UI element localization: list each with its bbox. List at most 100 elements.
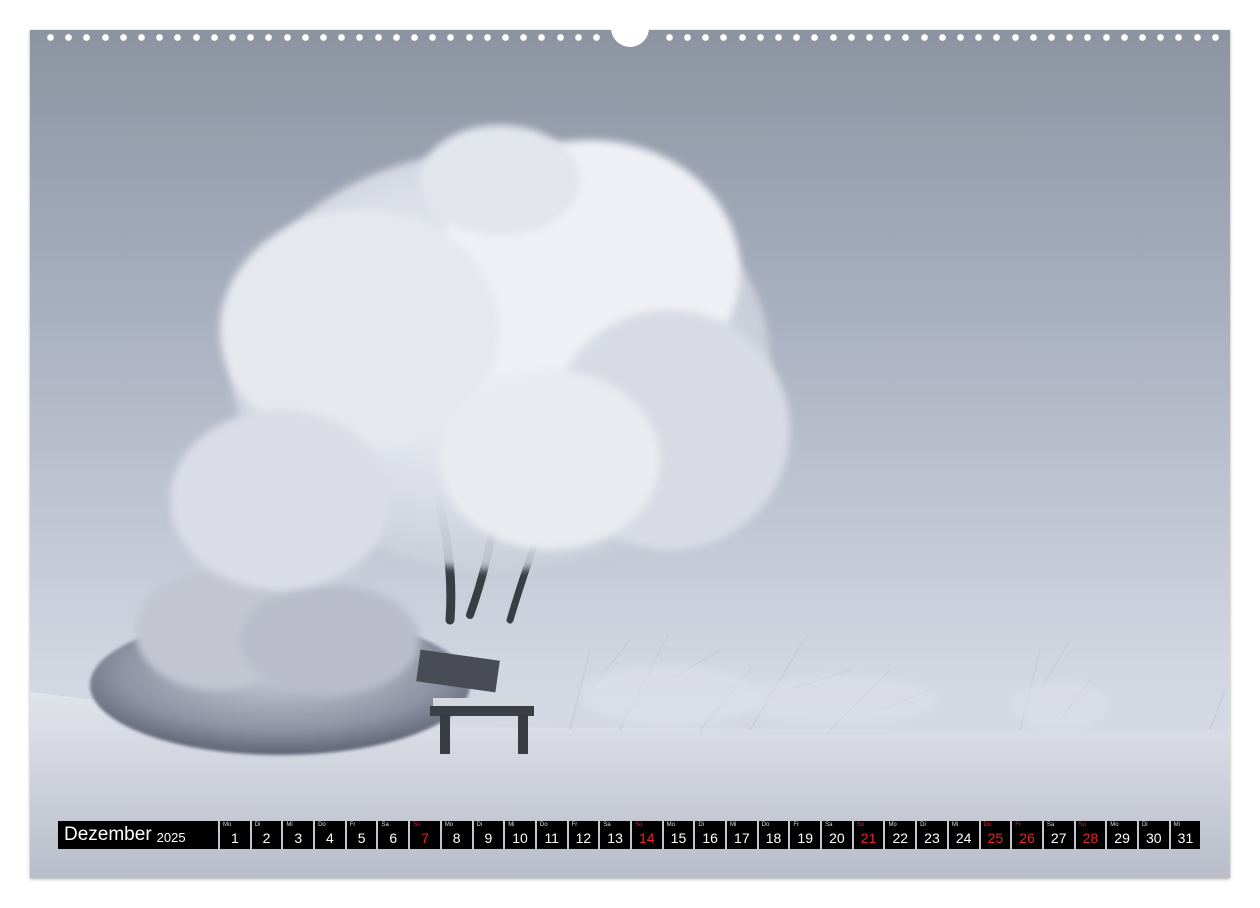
day-cell: Fr 19 — [790, 821, 821, 849]
binding-hole — [1139, 34, 1146, 41]
binding-hole — [957, 34, 964, 41]
day-number: 26 — [1019, 830, 1035, 846]
day-cell: Mo 1 — [220, 821, 250, 849]
day-number: 8 — [452, 830, 461, 846]
binding-hole — [1212, 34, 1219, 41]
binding-hole — [1175, 34, 1182, 41]
binding-hole — [411, 34, 418, 41]
day-cell: Mo 15 — [663, 821, 694, 849]
day-cell: So 28 — [1075, 821, 1106, 849]
weekday-label: Di — [1141, 822, 1148, 828]
day-cell: So 14 — [631, 821, 662, 849]
weekday-label: Mo — [888, 822, 897, 828]
day-number: 3 — [294, 830, 303, 846]
binding-hole — [811, 34, 818, 41]
day-cell: Mi 24 — [948, 821, 979, 849]
binding-hole — [211, 34, 218, 41]
day-number: 25 — [987, 830, 1004, 846]
day-number: 24 — [955, 830, 972, 846]
day-cell: Sa 6 — [378, 821, 409, 849]
binding-hole — [83, 34, 90, 41]
day-cell: Do 25 — [980, 821, 1011, 849]
binding-hole — [338, 34, 345, 41]
weekday-label: Mo — [223, 822, 232, 828]
weekday-label: Do — [539, 822, 548, 828]
binding-hole — [757, 34, 764, 41]
month-name: Dezember — [64, 824, 152, 845]
day-cell: Do 18 — [758, 821, 789, 849]
day-number: 22 — [892, 830, 909, 846]
day-number: 18 — [765, 830, 782, 846]
weekday-label: Mo — [666, 822, 675, 828]
weekday-label: Mo — [444, 822, 454, 828]
binding-hole — [138, 34, 145, 41]
day-cell: Di 23 — [917, 821, 947, 849]
day-number: 1 — [230, 830, 239, 846]
day-cell: Fr 26 — [1012, 821, 1042, 849]
binding-hole — [265, 34, 272, 41]
binding-hole — [447, 34, 454, 41]
weekday-label: Do — [318, 822, 326, 828]
binding-hole — [884, 34, 891, 41]
binding-hole — [739, 34, 746, 41]
binding-hole — [902, 34, 909, 41]
weekday-label: Mi — [951, 822, 959, 828]
day-number: 15 — [670, 830, 687, 846]
weekday-label: Mi — [508, 822, 515, 828]
binding-hole — [702, 34, 709, 41]
day-cell: Sa 13 — [600, 821, 630, 849]
day-number: 10 — [512, 830, 528, 846]
day-number: 23 — [924, 830, 940, 846]
binding-hole — [65, 34, 72, 41]
binding-hole — [848, 34, 855, 41]
binding-hole — [284, 34, 291, 41]
binding-hole — [393, 34, 400, 41]
day-number: 19 — [797, 830, 813, 846]
binding-hole — [375, 34, 382, 41]
binding-hole — [174, 34, 181, 41]
weekday-label: Mi — [1173, 822, 1180, 828]
binding-hole — [156, 34, 163, 41]
binding-hole — [830, 34, 837, 41]
binding-hole — [993, 34, 1000, 41]
binding-hole — [775, 34, 782, 41]
binding-hole — [1030, 34, 1037, 41]
day-cell: Mi 10 — [505, 821, 535, 849]
weekday-label: Fr — [1015, 822, 1021, 828]
day-number: 20 — [829, 830, 845, 846]
weekday-label: Fr — [571, 822, 578, 828]
weekday-label: Sa — [603, 822, 611, 828]
binding-hole — [538, 34, 545, 41]
day-cell: Mo 29 — [1107, 821, 1137, 849]
day-cell: Mi 3 — [283, 821, 314, 849]
binding-hole — [356, 34, 363, 41]
binding-hole — [229, 34, 236, 41]
day-number: 16 — [702, 830, 718, 846]
weekday-label: So — [1078, 822, 1086, 828]
day-cell: Fr 12 — [568, 821, 599, 849]
day-number: 11 — [544, 830, 559, 846]
weekday-label: Di — [698, 822, 704, 828]
day-number: 30 — [1145, 830, 1162, 846]
day-cell: Fr 5 — [346, 821, 377, 849]
weekday-label: So — [634, 822, 643, 828]
weekday-label: Do — [983, 822, 992, 828]
day-cell: Mo 8 — [441, 821, 472, 849]
binding-hole — [1066, 34, 1073, 41]
binding-hole — [429, 34, 436, 41]
weekday-label: Mi — [286, 822, 293, 828]
binding-hole — [520, 34, 527, 41]
day-number: 21 — [860, 830, 877, 846]
binding-hole — [793, 34, 800, 41]
day-number: 6 — [389, 830, 398, 846]
binding-hole — [47, 34, 54, 41]
day-number: 14 — [638, 830, 655, 846]
year-label: 2025 — [156, 829, 186, 845]
day-number: 7 — [421, 830, 429, 846]
day-cell: Mo 22 — [885, 821, 916, 849]
binding-hole — [1012, 34, 1019, 41]
binding-hole — [720, 34, 727, 41]
weekday-label: Di — [920, 822, 926, 828]
binding-hole — [302, 34, 309, 41]
day-cell: Sa 27 — [1043, 821, 1074, 849]
